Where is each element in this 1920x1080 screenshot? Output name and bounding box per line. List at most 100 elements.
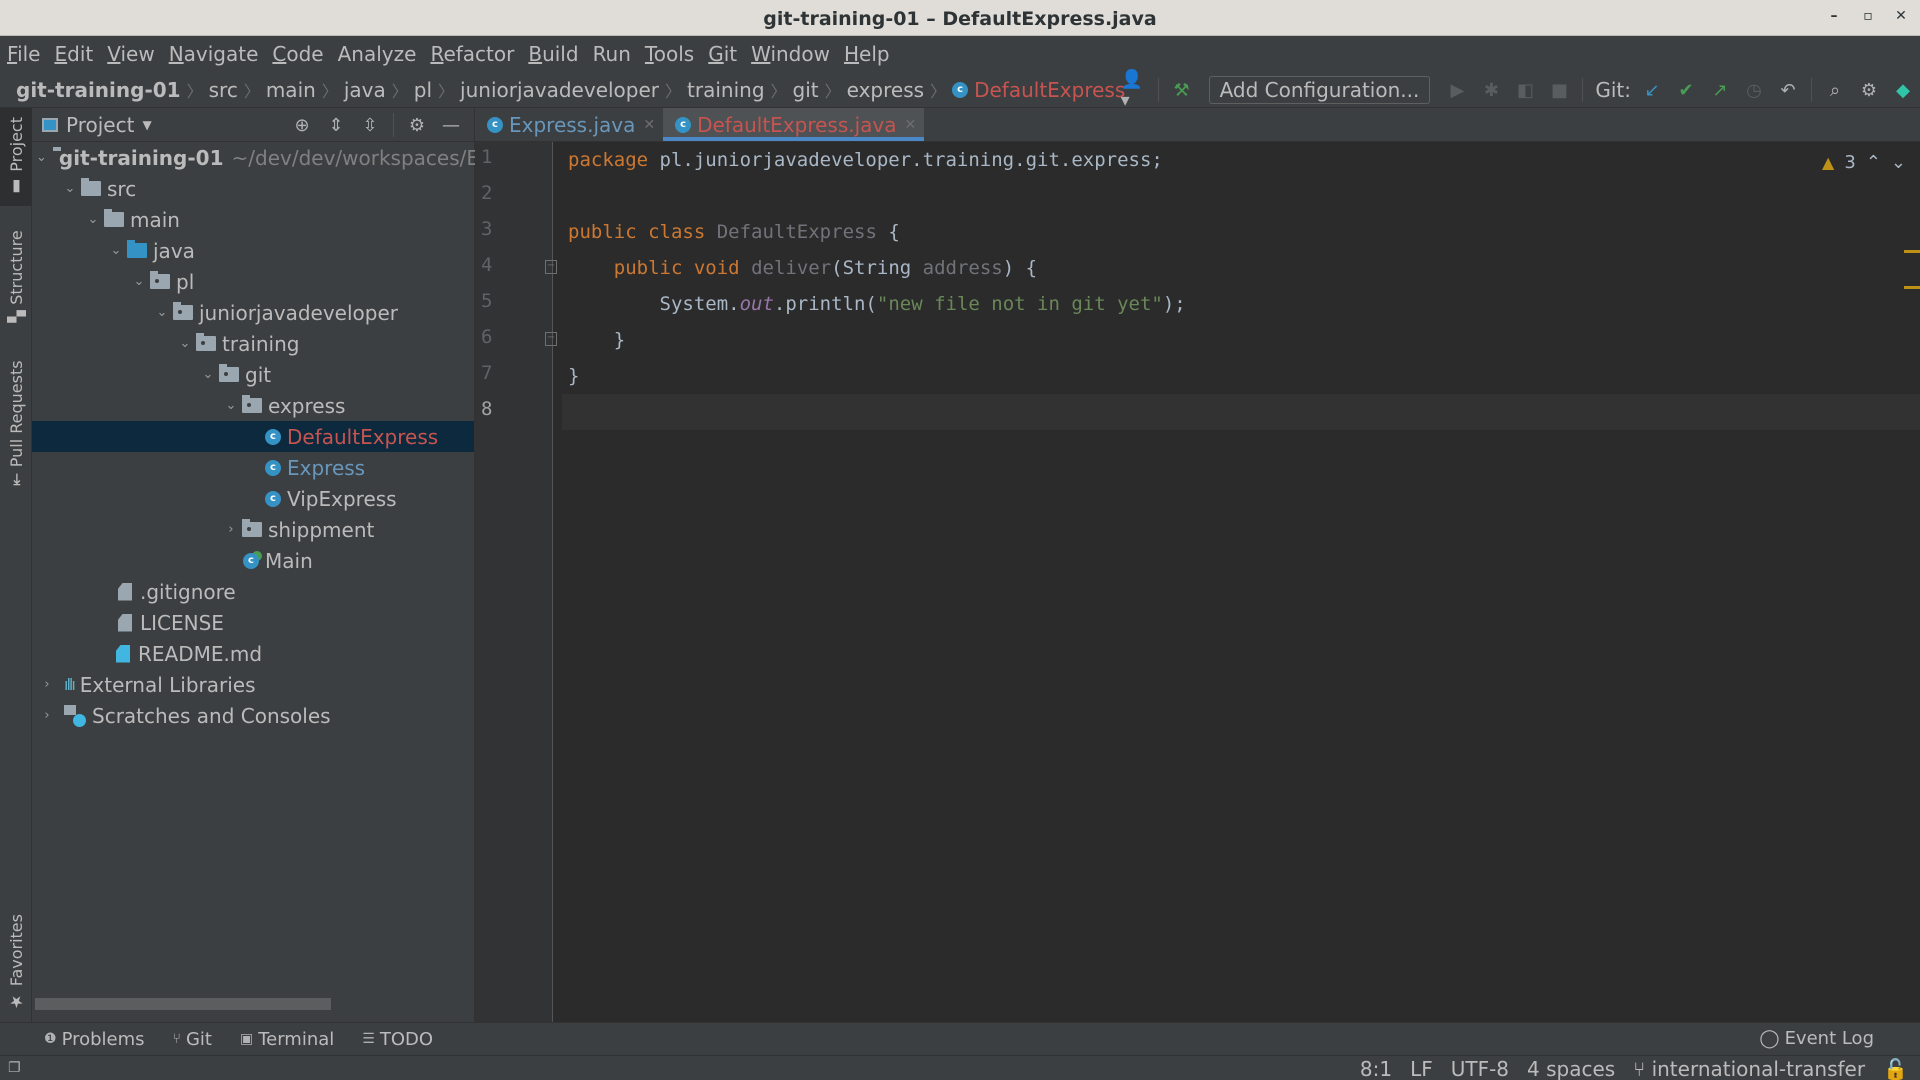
chevron-down-icon[interactable]: ⌄ — [220, 398, 242, 413]
event-log-button[interactable]: ◯ Event Log — [1759, 1028, 1874, 1049]
git-tool-button[interactable]: ⑂ Git — [173, 1029, 212, 1050]
lock-icon[interactable]: 🔓 — [1883, 1057, 1908, 1080]
chevron-right-icon[interactable]: › — [220, 522, 242, 537]
git-history-icon[interactable]: ◷ — [1740, 76, 1768, 104]
git-rollback-icon[interactable]: ↶ — [1774, 76, 1802, 104]
chevron-down-icon[interactable]: ⌄ — [151, 305, 173, 320]
tree-item-package[interactable]: ⌄ express — [32, 390, 474, 421]
git-update-icon[interactable]: ↙ — [1638, 76, 1666, 104]
chevron-down-icon[interactable]: ▼ — [142, 118, 151, 132]
tab-express-java[interactable]: c Express.java ✕ — [475, 108, 663, 141]
git-push-icon[interactable]: ↗ — [1706, 76, 1734, 104]
chevron-down-icon[interactable]: ⌄ — [128, 274, 150, 289]
tree-item-package[interactable]: ⌄ git — [32, 359, 474, 390]
line-separator[interactable]: LF — [1410, 1057, 1433, 1080]
tree-item-file[interactable]: LICENSE — [32, 607, 474, 638]
editor-gutter[interactable]: 1 2 3 4 5 6 7 8 − − — [475, 142, 557, 1022]
menu-window[interactable]: Window — [751, 42, 830, 66]
git-commit-icon[interactable]: ✔ — [1672, 76, 1700, 104]
chevron-right-icon[interactable]: › — [36, 677, 58, 692]
menu-build[interactable]: Build — [528, 42, 578, 66]
project-view-selector[interactable]: Project — [66, 113, 134, 137]
git-branch-widget[interactable]: ⑂ international-transfer — [1633, 1057, 1865, 1080]
warning-stripe-marker[interactable] — [1904, 286, 1920, 289]
menu-code[interactable]: Code — [272, 42, 323, 66]
stripe-favorites-button[interactable]: ★ Favorites — [0, 904, 32, 1022]
tree-item-main-class[interactable]: c Main — [32, 545, 474, 576]
tree-item-folder[interactable]: ⌄ main — [32, 204, 474, 235]
search-icon[interactable]: ⌕ — [1821, 76, 1849, 104]
user-icon[interactable]: 👤▾ — [1121, 69, 1149, 111]
locate-file-icon[interactable]: ⊕ — [285, 115, 319, 136]
menu-git[interactable]: Git — [708, 42, 737, 66]
close-window-button[interactable]: ✕ — [1891, 8, 1911, 28]
chevron-down-icon[interactable]: ⌄ — [174, 336, 196, 351]
breadcrumb-item[interactable]: training — [687, 78, 764, 102]
gear-icon[interactable]: ⚙ — [400, 115, 434, 136]
toolbox-icon[interactable]: ◆ — [1889, 76, 1917, 104]
problems-tool-button[interactable]: ❶ Problems — [44, 1029, 145, 1050]
chevron-down-icon[interactable]: ⌄ — [82, 212, 104, 227]
menu-file[interactable]: File — [7, 42, 40, 66]
maximize-button[interactable]: ▫ — [1858, 8, 1878, 28]
menu-tools[interactable]: Tools — [645, 42, 694, 66]
tree-item-scratches[interactable]: › Scratches and Consoles — [32, 700, 474, 731]
build-hammer-icon[interactable]: ⚒ — [1168, 76, 1196, 104]
tree-item-libraries[interactable]: › ıllı External Libraries — [32, 669, 474, 700]
expand-all-icon[interactable]: ⇕ — [319, 115, 353, 136]
tree-item-class[interactable]: c Express — [32, 452, 474, 483]
tree-item-package[interactable]: ⌄ pl — [32, 266, 474, 297]
toggle-tool-windows-icon[interactable]: ❐ — [8, 1060, 21, 1076]
close-icon[interactable]: ✕ — [905, 117, 917, 133]
hide-panel-icon[interactable]: — — [434, 115, 468, 136]
collapse-all-icon[interactable]: ⇳ — [353, 115, 387, 136]
breadcrumb-item[interactable]: java — [344, 78, 386, 102]
chevron-down-icon[interactable]: ⌄ — [59, 181, 81, 196]
chevron-right-icon[interactable]: › — [36, 708, 58, 723]
breadcrumb-item-current[interactable]: DefaultExpress — [974, 78, 1125, 102]
add-configuration-button[interactable]: Add Configuration... — [1208, 76, 1431, 104]
debug-icon[interactable]: ✱ — [1477, 76, 1505, 104]
breadcrumb-item[interactable]: git — [793, 78, 819, 102]
tree-item-package[interactable]: ⌄ juniorjavadeveloper — [32, 297, 474, 328]
menu-navigate[interactable]: Navigate — [169, 42, 259, 66]
warning-stripe-marker[interactable] — [1904, 250, 1920, 253]
chevron-down-icon[interactable]: ⌄ — [105, 243, 127, 258]
chevron-down-icon[interactable]: ⌄ — [36, 150, 47, 165]
previous-highlight-icon[interactable]: ⌃ — [1866, 152, 1881, 173]
breadcrumb-item[interactable]: git-training-01 — [16, 78, 181, 102]
inspection-widget[interactable]: ▲ 3 ⌃ ⌄ — [1822, 152, 1906, 173]
menu-refactor[interactable]: Refactor — [430, 42, 514, 66]
menu-help[interactable]: Help — [844, 42, 890, 66]
tree-item-package[interactable]: › shippment — [32, 514, 474, 545]
menu-run[interactable]: Run — [593, 42, 631, 66]
menu-edit[interactable]: Edit — [54, 42, 93, 66]
caret-position[interactable]: 8:1 — [1360, 1057, 1392, 1080]
coverage-icon[interactable]: ◧ — [1511, 76, 1539, 104]
file-encoding[interactable]: UTF-8 — [1451, 1057, 1509, 1080]
breadcrumb-item[interactable]: pl — [414, 78, 432, 102]
stripe-structure-button[interactable]: ▚ Structure — [0, 216, 32, 336]
terminal-tool-button[interactable]: ▣ Terminal — [240, 1029, 334, 1050]
breadcrumb-item[interactable]: express — [847, 78, 924, 102]
run-icon[interactable]: ▶ — [1443, 76, 1471, 104]
stripe-project-button[interactable]: ▮ Project — [0, 108, 32, 206]
breadcrumb-item[interactable]: src — [209, 78, 238, 102]
tree-item-file[interactable]: .gitignore — [32, 576, 474, 607]
tree-item-source-folder[interactable]: ⌄ java — [32, 235, 474, 266]
fold-collapse-icon[interactable]: − — [545, 260, 557, 274]
stripe-pull-requests-button[interactable]: ⇤ Pull Requests — [0, 348, 32, 498]
tree-item-class-selected[interactable]: c DefaultExpress — [32, 421, 474, 452]
settings-icon[interactable]: ⚙ — [1855, 76, 1883, 104]
menu-analyze[interactable]: Analyze — [338, 42, 417, 66]
indent-setting[interactable]: 4 spaces — [1527, 1057, 1615, 1080]
tree-item-class[interactable]: c VipExpress — [32, 483, 474, 514]
fold-end-icon[interactable]: − — [545, 332, 557, 346]
chevron-down-icon[interactable]: ⌄ — [197, 367, 219, 382]
tree-item-folder[interactable]: ⌄ src — [32, 173, 474, 204]
todo-tool-button[interactable]: ☰ TODO — [362, 1029, 433, 1050]
horizontal-scrollbar[interactable] — [35, 998, 331, 1010]
next-highlight-icon[interactable]: ⌄ — [1891, 152, 1906, 173]
tree-item-module[interactable]: ⌄ git-training-01 ~/dev/dev/workspaces/E — [32, 142, 479, 173]
tree-item-package[interactable]: ⌄ training — [32, 328, 474, 359]
